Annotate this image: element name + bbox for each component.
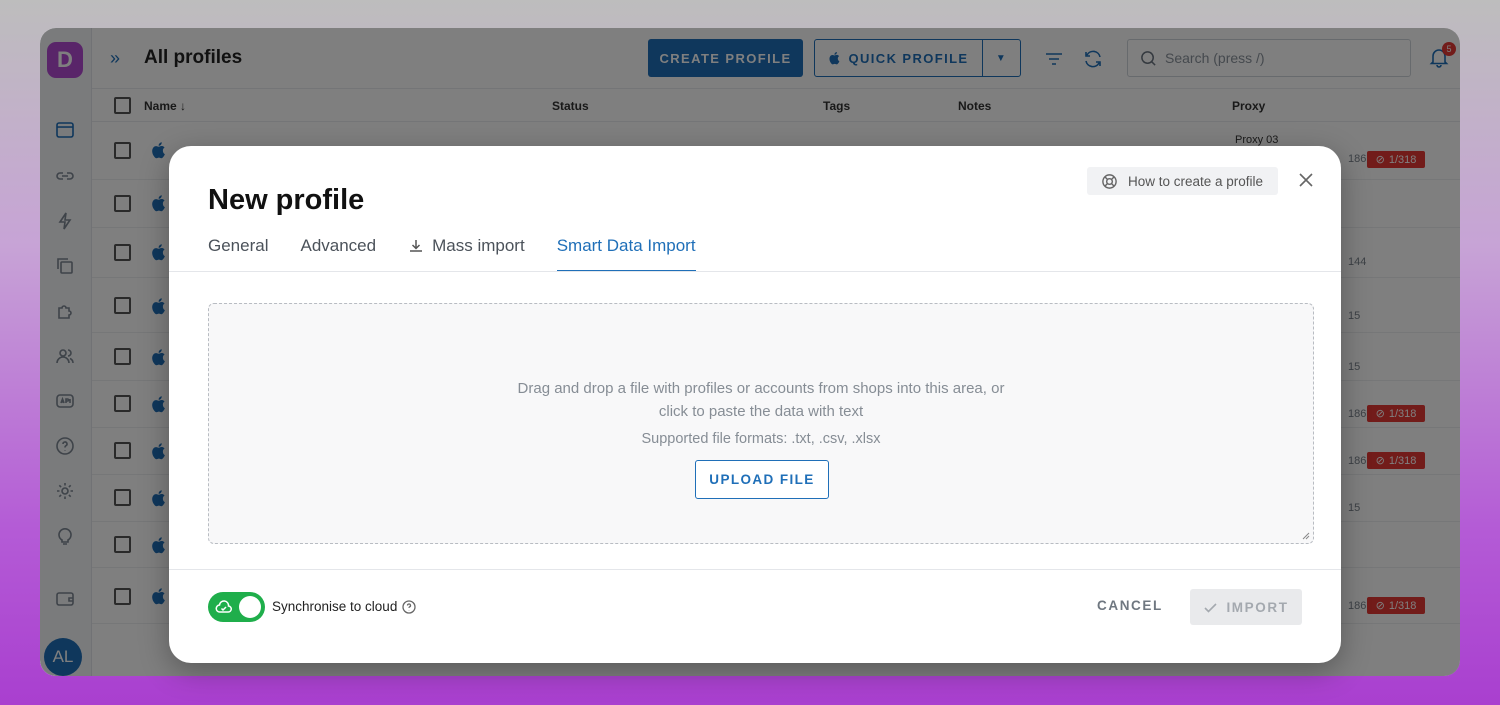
modal-title: New profile <box>208 184 365 216</box>
import-button[interactable]: IMPORT <box>1190 589 1302 625</box>
sync-cloud-toggle[interactable] <box>208 592 265 622</box>
check-icon <box>1204 602 1218 613</box>
footer-divider <box>169 569 1341 570</box>
cloud-check-icon <box>215 599 232 615</box>
drop-instructions: Drag and drop a file with profiles or ac… <box>209 377 1313 423</box>
close-icon[interactable] <box>1296 170 1316 190</box>
sync-cloud-label-group: Synchronise to cloud <box>272 599 416 614</box>
tab-divider <box>169 271 1341 272</box>
import-button-label: IMPORT <box>1226 599 1289 615</box>
tab-advanced[interactable]: Advanced <box>300 234 376 272</box>
resize-handle-icon[interactable] <box>1302 532 1310 540</box>
question-circle-icon[interactable] <box>402 599 416 614</box>
download-icon <box>410 240 423 252</box>
drop-instructions-line2: click to paste the data with text <box>658 403 864 420</box>
new-profile-modal: How to create a profile New profile Gene… <box>169 146 1341 663</box>
tab-mass-import[interactable]: Mass import <box>408 234 525 272</box>
sync-cloud-label: Synchronise to cloud <box>272 599 398 614</box>
cancel-button[interactable]: CANCEL <box>1097 598 1163 613</box>
drop-instructions-line1: Drag and drop a file with profiles or ac… <box>517 380 1005 397</box>
toggle-knob <box>239 596 261 618</box>
how-to-create-profile-label: How to create a profile <box>1128 173 1264 189</box>
how-to-create-profile-button[interactable]: How to create a profile <box>1087 167 1278 195</box>
lifebuoy-icon <box>1102 173 1117 189</box>
upload-file-button[interactable]: UPLOAD FILE <box>695 460 829 499</box>
supported-formats: Supported file formats: .txt, .csv, .xls… <box>641 431 881 447</box>
tab-mass-import-label: Mass import <box>432 236 525 255</box>
modal-tabs: General Advanced Mass import Smart Data … <box>208 234 696 272</box>
tab-general[interactable]: General <box>208 234 268 272</box>
tab-smart-data-import[interactable]: Smart Data Import <box>556 234 696 272</box>
file-drop-zone[interactable]: Drag and drop a file with profiles or ac… <box>208 303 1314 544</box>
